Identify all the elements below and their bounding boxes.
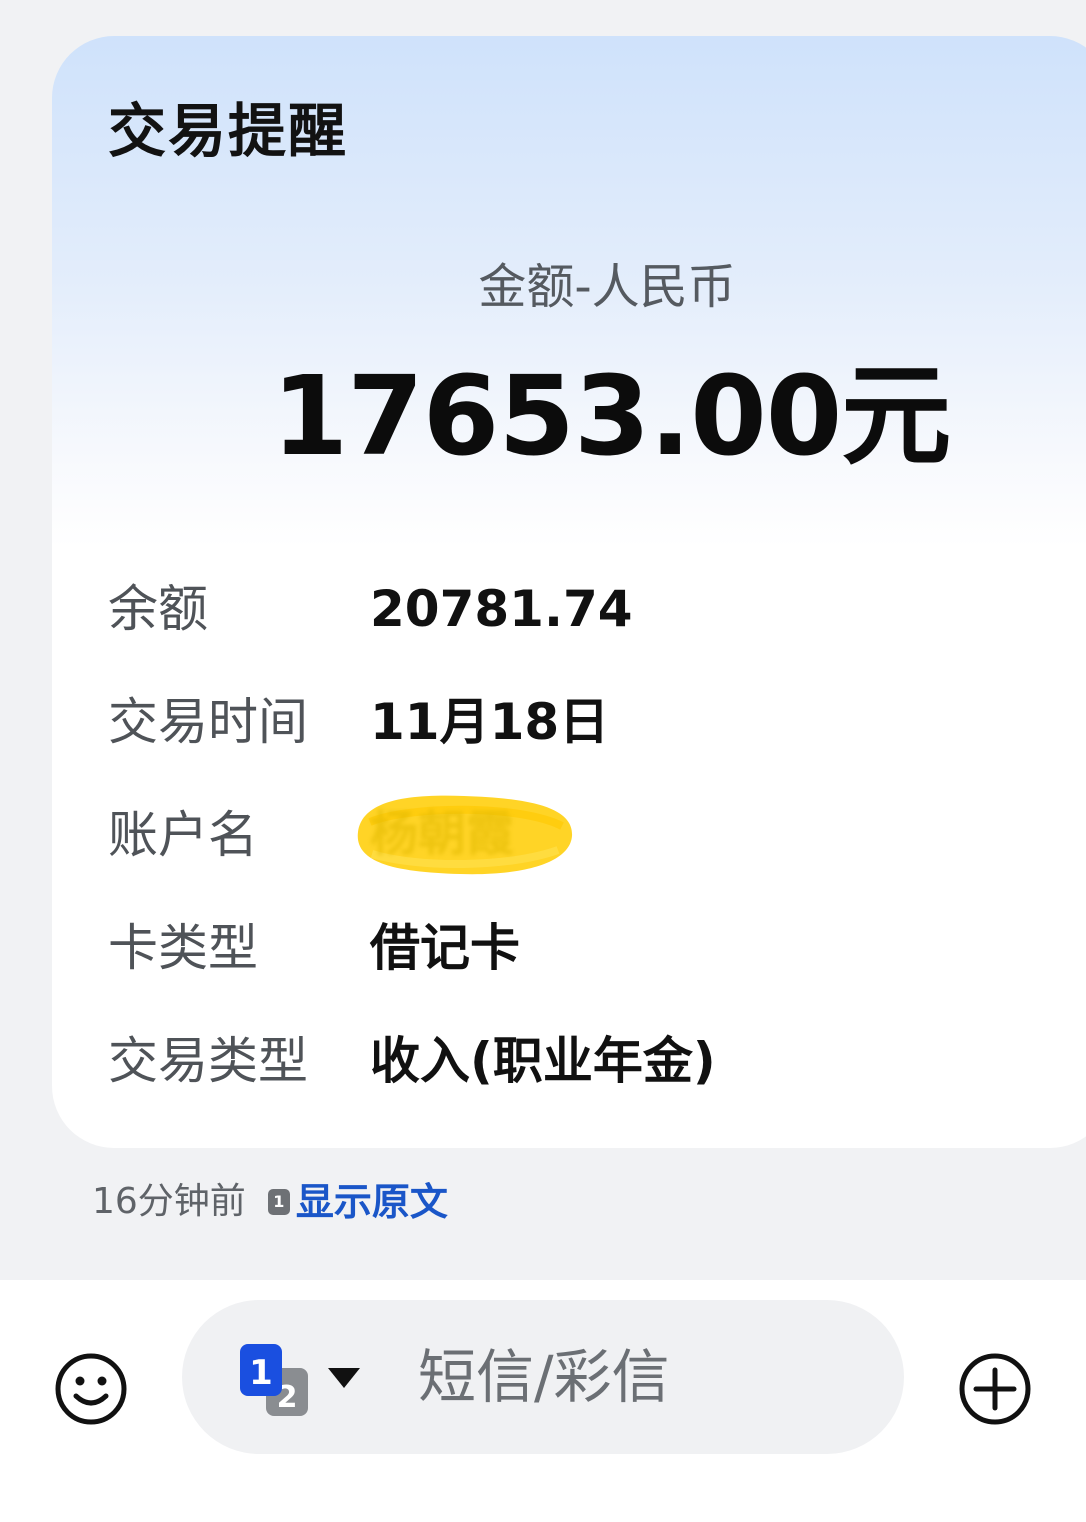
message-composer: 2 1 短信/彩信 — [0, 1280, 1086, 1522]
smiley-icon[interactable] — [54, 1352, 128, 1426]
message-input[interactable]: 2 1 短信/彩信 — [182, 1300, 904, 1454]
row-value: 20781.74 — [370, 580, 633, 638]
show-original-link[interactable]: 显示原文 — [296, 1178, 448, 1226]
row-key: 交易时间 — [108, 693, 308, 751]
row-key: 交易类型 — [108, 1032, 308, 1090]
row-value-redacted: 杨朝霞 — [370, 806, 515, 862]
amount-label: 金额-人民币 — [478, 259, 736, 315]
row-value: 收入(职业年金) — [370, 1032, 716, 1090]
row-value: 11月18日 — [370, 693, 610, 751]
input-placeholder: 短信/彩信 — [418, 1343, 670, 1411]
sim-card-badge-icon: 1 — [267, 1189, 290, 1215]
card-title: 交易提醒 — [108, 97, 349, 165]
message-time: 16分钟前 — [92, 1181, 246, 1222]
sim-switch-button[interactable]: 2 1 — [238, 1340, 360, 1420]
amount-value: 17653.00元 — [271, 352, 952, 480]
redaction-highlight: 杨朝霞 — [348, 792, 580, 878]
plus-circle-icon[interactable] — [958, 1352, 1032, 1426]
row-key: 账户名 — [108, 806, 258, 864]
transaction-alert-card[interactable]: 交易提醒 金额-人民币 17653.00元 余额 20781.74 交易时间 1… — [52, 36, 1086, 1148]
row-value: 借记卡 — [370, 919, 520, 977]
row-key: 余额 — [108, 580, 208, 638]
sim-primary-label: 1 — [249, 1353, 273, 1393]
message-meta: 16分钟前 1 显示原文 — [92, 1178, 448, 1226]
row-key: 卡类型 — [108, 919, 258, 977]
chevron-down-icon — [328, 1368, 360, 1388]
